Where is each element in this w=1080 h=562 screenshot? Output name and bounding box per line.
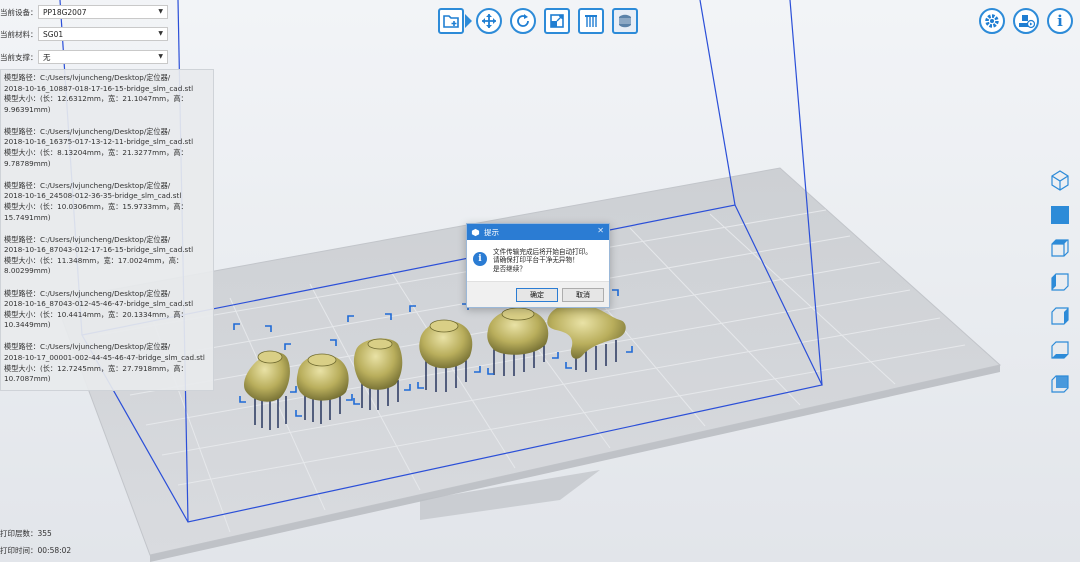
model-path: 模型路径：C:/Users/lvjuncheng/Desktop/定位器/ [4, 180, 171, 190]
model-size-height: 9.96391mm) [4, 104, 51, 114]
model-size-height: 15.7491mm) [4, 212, 51, 222]
print-layers-status: 打印层数：355 [0, 528, 52, 539]
model-entry: 模型路径：C:/Users/lvjuncheng/Desktop/定位器/ 20… [4, 73, 210, 115]
support-value: 无 [43, 52, 51, 62]
layers-label: 打印层数： [0, 529, 38, 538]
model-size-height: 8.00299mm) [4, 266, 51, 276]
device-label: 当前设备： [0, 7, 38, 17]
info-button[interactable]: i [1047, 8, 1073, 34]
add-model-icon [443, 15, 459, 28]
model-entry: 模型路径：C:/Users/lvjuncheng/Desktop/定位器/ 20… [4, 342, 210, 384]
print-button[interactable] [1013, 8, 1039, 34]
dialog-footer: 确定 取消 [467, 281, 609, 307]
view-bottom-icon[interactable] [1048, 338, 1072, 362]
model-size: 模型大小：(长：12.7245mm，宽：27.7918mm，高： [4, 363, 188, 373]
print-icon [1019, 15, 1035, 29]
model-file: 2018-10-16_87043-012-45-46-47-bridge_slm… [4, 299, 194, 309]
scale-icon [550, 14, 564, 28]
model-entry: 模型路径：C:/Users/lvjuncheng/Desktop/定位器/ 20… [4, 235, 210, 277]
material-value: SG01 [43, 29, 64, 39]
model-path: 模型路径：C:/Users/lvjuncheng/Desktop/定位器/ [4, 234, 171, 244]
cancel-button[interactable]: 取消 [562, 288, 604, 302]
settings-icon [985, 14, 999, 28]
dialog-line: 是否继续？ [493, 264, 526, 273]
model-size: 模型大小：(长：10.4414mm，宽：20.1334mm，高： [4, 309, 188, 319]
ok-button[interactable]: 确定 [516, 288, 558, 302]
device-row: 当前设备： PP18G2007 ▼ [0, 5, 168, 19]
app-icon [471, 228, 480, 236]
move-icon [482, 14, 496, 28]
model-size-height: 10.3449mm) [4, 320, 51, 330]
model-info-panel[interactable]: 模型路径：C:/Users/lvjuncheng/Desktop/定位器/ 20… [0, 69, 214, 391]
device-select[interactable]: PP18G2007 ▼ [38, 5, 168, 19]
model-path: 模型路径：C:/Users/lvjuncheng/Desktop/定位器/ [4, 342, 171, 352]
model-path: 模型路径：C:/Users/lvjuncheng/Desktop/定位器/ [4, 73, 171, 82]
chevron-down-icon: ▼ [158, 8, 163, 15]
add-model-button[interactable] [438, 8, 464, 34]
support-button[interactable] [578, 8, 604, 34]
dialog-line: 请确保打印平台干净无异物！ [493, 256, 579, 265]
rotate-button[interactable] [510, 8, 536, 34]
chevron-down-icon: ▼ [158, 53, 163, 60]
model-file: 2018-10-16_16375-017-13-12-11-bridge_slm… [4, 137, 194, 147]
layers-value: 355 [37, 529, 52, 538]
support-icon [585, 15, 597, 27]
view-front-icon[interactable] [1048, 203, 1072, 227]
model-entry: 模型路径：C:/Users/lvjuncheng/Desktop/定位器/ 20… [4, 181, 210, 223]
model-path: 模型路径：C:/Users/lvjuncheng/Desktop/定位器/ [4, 288, 171, 298]
slice-button[interactable] [612, 8, 638, 34]
arrow-right-icon [465, 14, 472, 28]
view-3d-icon[interactable] [1048, 168, 1072, 192]
model-size: 模型大小：(长：12.6312mm，宽：21.1047mm，高： [4, 94, 188, 104]
dialog-title: 提示 [484, 227, 499, 237]
model-size: 模型大小：(长：8.13204mm，宽：21.3277mm，高： [4, 148, 188, 158]
view-right-icon[interactable] [1048, 304, 1072, 328]
model-entry: 模型路径：C:/Users/lvjuncheng/Desktop/定位器/ 20… [4, 127, 210, 169]
dialog-message: 文件传输完成后将开始自动打印。 请确保打印平台干净无异物！ 是否继续？ [493, 248, 592, 282]
time-value: 00:58:02 [37, 546, 72, 555]
model-file: 2018-10-16_24508-012-36-35-bridge_slm_ca… [4, 191, 182, 201]
rotate-icon [517, 14, 529, 27]
support-select[interactable]: 无 ▼ [38, 50, 168, 64]
scale-button[interactable] [544, 8, 570, 34]
model-size-height: 9.78789mm) [4, 158, 51, 168]
model-file: 2018-10-16_10887-018-17-16-15-bridge_slm… [4, 83, 194, 93]
close-icon[interactable]: ✕ [597, 226, 604, 235]
dialog-body: i 文件传输完成后将开始自动打印。 请确保打印平台干净无异物！ 是否继续？ [467, 240, 609, 282]
view-top-icon[interactable] [1048, 236, 1072, 260]
chevron-down-icon: ▼ [158, 30, 163, 37]
material-label: 当前材料： [0, 29, 38, 39]
model-file: 2018-10-17_00001-002-44-45-46-47-bridge_… [4, 352, 205, 362]
confirm-dialog: 提示 ✕ i 文件传输完成后将开始自动打印。 请确保打印平台干净无异物！ 是否继… [466, 223, 610, 308]
material-row: 当前材料： SG01 ▼ [0, 27, 168, 41]
model-entry: 模型路径：C:/Users/lvjuncheng/Desktop/定位器/ 20… [4, 289, 210, 331]
slice-icon [619, 14, 631, 28]
print-time-status: 打印时间：00:58:02 [0, 545, 71, 556]
support-row: 当前支撑： 无 ▼ [0, 50, 168, 64]
settings-button[interactable] [979, 8, 1005, 34]
model-path: 模型路径：C:/Users/lvjuncheng/Desktop/定位器/ [4, 126, 171, 136]
model-size-height: 10.7087mm) [4, 374, 51, 384]
info-icon: i [1057, 12, 1063, 30]
move-button[interactable] [476, 8, 502, 34]
dialog-titlebar[interactable]: 提示 ✕ [467, 224, 609, 240]
model-size: 模型大小：(长：10.0306mm，宽：15.9733mm，高： [4, 201, 188, 211]
model-size: 模型大小：(长：11.348mm，宽：17.0024mm，高： [4, 255, 184, 265]
device-value: PP18G2007 [43, 7, 87, 17]
material-select[interactable]: SG01 ▼ [38, 27, 168, 41]
info-icon: i [473, 252, 487, 266]
time-label: 打印时间： [0, 546, 38, 555]
view-left-icon[interactable] [1048, 270, 1072, 294]
view-back-icon[interactable] [1048, 372, 1072, 396]
model-file: 2018-10-16_87043-012-17-16-15-bridge_slm… [4, 245, 194, 255]
support-label: 当前支撑： [0, 52, 38, 62]
